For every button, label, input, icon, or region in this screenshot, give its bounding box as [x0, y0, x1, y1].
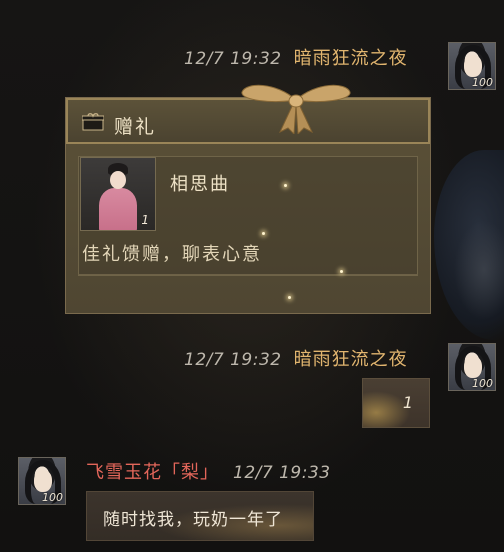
- ribbon-bow-icon: [241, 84, 351, 134]
- sender-name[interactable]: 暗雨狂流之夜: [294, 349, 408, 370]
- chat-panel: 12/7 19:32 暗雨狂流之夜 100 赠礼 1 相思曲 佳礼馈赠，聊表心意…: [0, 0, 504, 552]
- gift-box-icon: [82, 113, 104, 131]
- gift-divider: [78, 274, 418, 275]
- message-time: 12/7 19:32: [184, 49, 282, 69]
- avatar[interactable]: 100: [18, 457, 66, 505]
- sparkle: [340, 270, 343, 273]
- sender-name[interactable]: 飞雪玉花「梨」: [86, 462, 219, 483]
- gift-message: 佳礼馈赠，聊表心意: [82, 244, 262, 265]
- item-bubble[interactable]: 1: [362, 378, 430, 428]
- gift-card-title: 赠礼: [114, 116, 157, 138]
- thumbnail-dress: [99, 188, 137, 230]
- avatar-level: 100: [42, 491, 63, 504]
- avatar-face: [34, 470, 52, 492]
- message-bubble[interactable]: 随时找我，玩奶一年了: [86, 491, 314, 541]
- sparkle: [284, 184, 287, 187]
- message-text: 随时找我，玩奶一年了: [103, 510, 283, 530]
- gift-card[interactable]: 赠礼 1 相思曲 佳礼馈赠，聊表心意: [65, 84, 431, 314]
- sender-name[interactable]: 暗雨狂流之夜: [294, 48, 408, 69]
- message-time: 12/7 19:32: [184, 350, 282, 370]
- gift-item-quantity: 1: [141, 213, 149, 227]
- thumbnail-head: [110, 171, 126, 189]
- sparkle: [262, 232, 265, 235]
- avatar-face: [464, 55, 482, 77]
- message-time: 12/7 19:33: [233, 463, 331, 483]
- gift-item-name: 相思曲: [170, 174, 230, 195]
- message-meta: 飞雪玉花「梨」 12/7 19:33: [86, 458, 331, 484]
- avatar[interactable]: 100: [448, 42, 496, 90]
- avatar-level: 100: [472, 76, 493, 89]
- item-quantity: 1: [402, 393, 413, 412]
- gift-item-thumbnail[interactable]: 1: [80, 157, 156, 231]
- avatar[interactable]: 100: [448, 343, 496, 391]
- message-meta: 12/7 19:32 暗雨狂流之夜: [184, 345, 408, 371]
- message-meta: 12/7 19:32 暗雨狂流之夜: [184, 44, 408, 70]
- background-figure-detail: [454, 220, 504, 320]
- avatar-face: [464, 356, 482, 378]
- sparkle: [288, 296, 291, 299]
- avatar-level: 100: [472, 377, 493, 390]
